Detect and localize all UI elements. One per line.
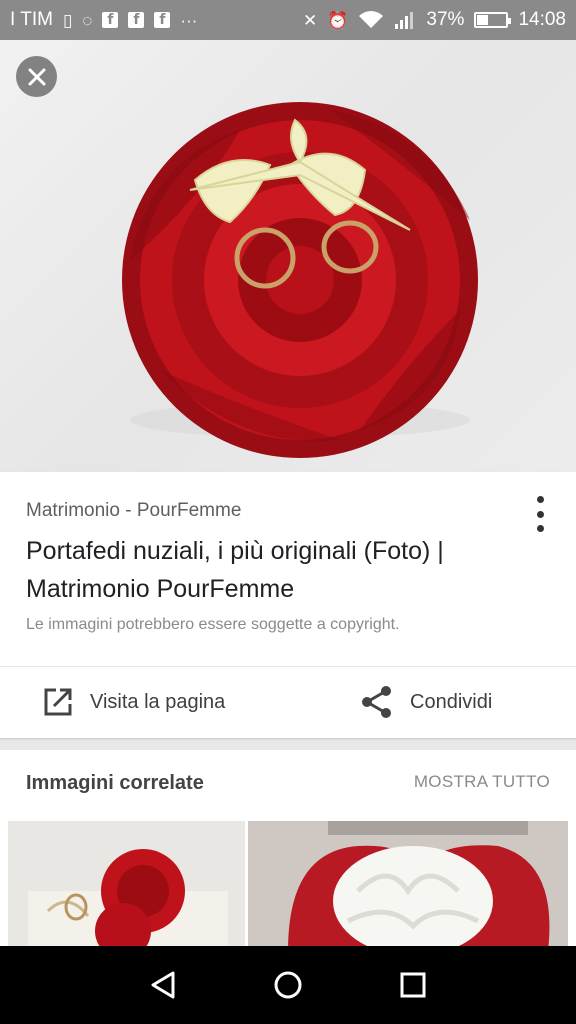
wifi-icon [359,11,384,28]
related-heart-pillow-image [248,821,568,951]
related-images-title: Immagini correlate [26,772,204,794]
status-bar-left: I TIM ▯ ◌ f f f ··· [10,9,197,31]
share-label: Condividi [410,690,493,713]
recents-icon[interactable] [397,969,429,1001]
share-icon [362,686,391,718]
related-image-thumbnail[interactable] [8,821,245,951]
copyright-note: Le immagini potrebbero essere soggette a… [26,616,400,633]
open-in-new-icon [44,688,72,716]
battery-percent: 37% [426,9,465,30]
hero-image[interactable] [0,40,576,472]
navigation-bar [0,946,576,1024]
vibrate-off-icon: ✕ [303,10,318,30]
more-notifications-icon: ··· [180,10,198,30]
rose-ring-pillow-image [122,102,478,458]
home-icon[interactable] [272,969,304,1001]
facebook-icon: f [128,12,145,28]
visit-page-label: Visita la pagina [90,690,226,713]
back-icon[interactable] [147,969,179,1001]
related-rose-pillow-image [28,849,228,951]
carrier-label: I TIM [10,9,53,30]
battery-icon [474,12,512,28]
clock: 14:08 [518,9,566,30]
chat-icon: ◌ [82,10,93,30]
alarm-icon: ⏰ [327,10,349,30]
facebook-icon: f [154,12,171,28]
more-options-button[interactable] [532,496,548,532]
status-bar: I TIM ▯ ◌ f f f ··· ✕ ⏰ 37% 14:08 [0,0,576,40]
close-icon [28,68,45,85]
related-image-thumbnail[interactable] [248,821,568,951]
signal-icon [395,12,414,29]
source-site[interactable]: Matrimonio - PourFemme [26,500,241,522]
show-all-button[interactable]: MOSTRA TUTTO [414,772,550,792]
status-bar-right: ✕ ⏰ 37% 14:08 [303,9,566,31]
facebook-icon: f [102,12,119,28]
sim-icon: ▯ [62,10,73,30]
battery-fill [477,15,488,25]
more-vert-icon [536,496,544,503]
visit-page-button[interactable]: Visita la pagina [42,666,225,738]
result-card: Matrimonio - PourFemme Portafedi nuziali… [0,472,576,738]
share-button[interactable]: Condividi [360,666,492,738]
result-title[interactable]: Portafedi nuziali, i più originali (Foto… [26,532,526,608]
related-images-section: Immagini correlate MOSTRA TUTTO [0,750,576,951]
close-button[interactable] [16,56,57,97]
